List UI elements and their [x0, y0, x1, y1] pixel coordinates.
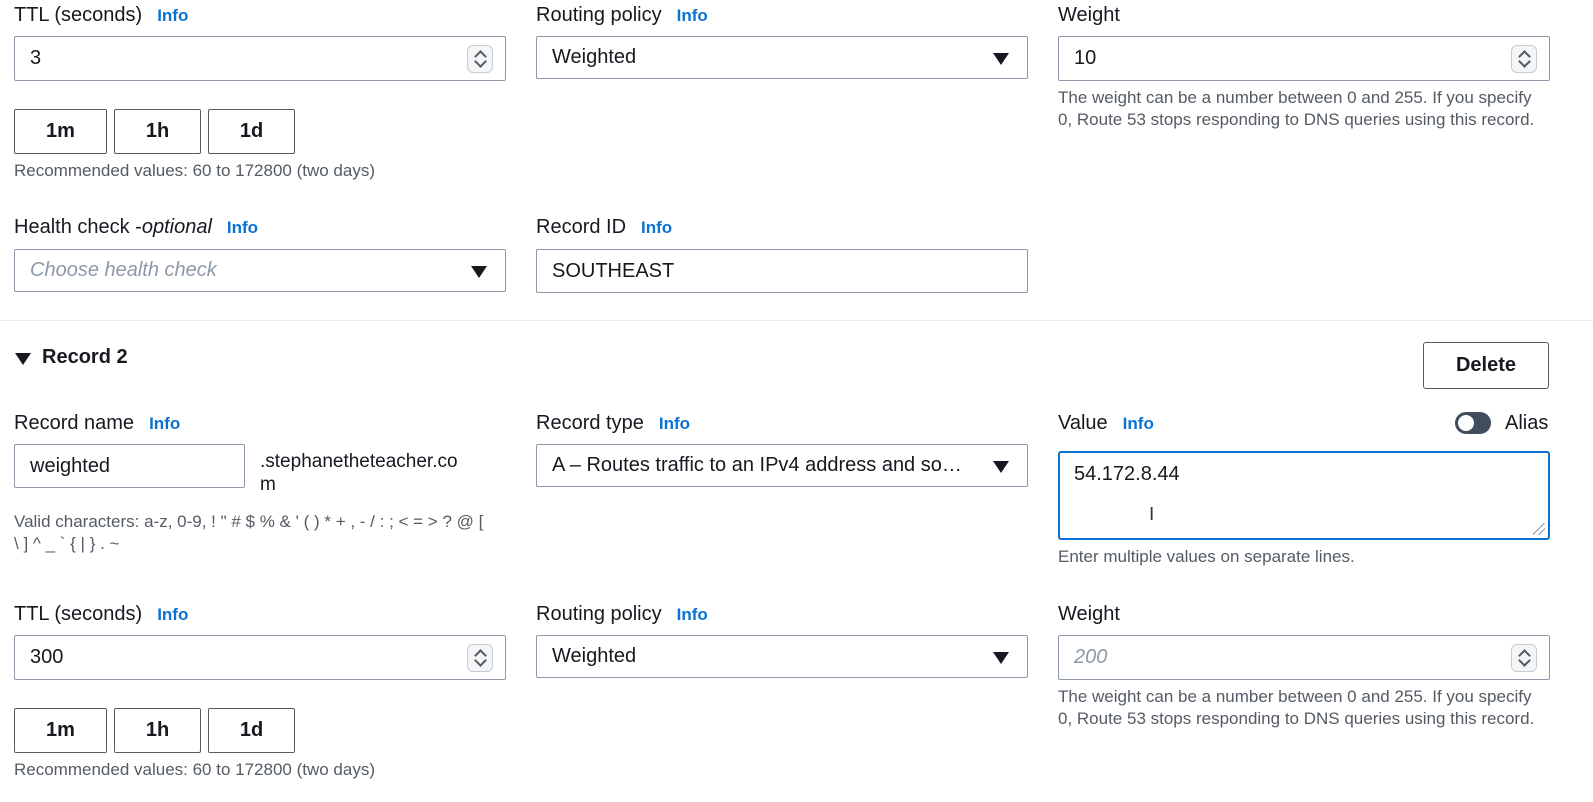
number-spinner-icon[interactable] — [1511, 45, 1537, 73]
caret-down-icon — [993, 652, 1009, 664]
weight-hint-2: The weight can be a number between 0 and… — [1058, 687, 1535, 728]
caret-down-icon[interactable] — [15, 353, 31, 365]
health-check-info-link[interactable]: Info — [227, 218, 258, 238]
ttl-1h-button-1[interactable]: 1h — [114, 109, 201, 154]
weight-label-1: Weight — [1058, 4, 1120, 27]
record-id-input[interactable]: SOUTHEAST — [536, 249, 1028, 293]
routing-policy-info-link-2[interactable]: Info — [677, 605, 708, 625]
section-divider — [0, 320, 1593, 321]
caret-down-icon — [993, 461, 1009, 473]
record-type-value: A – Routes traffic to an IPv4 address an… — [552, 454, 962, 476]
alias-toggle-icon[interactable] — [1455, 412, 1491, 434]
delete-button[interactable]: Delete — [1423, 342, 1549, 389]
ttl-input-1[interactable]: 3 — [14, 36, 506, 81]
routing-policy-value-2: Weighted — [552, 645, 637, 667]
caret-down-icon — [993, 53, 1009, 65]
ttl-value-2: 300 — [30, 646, 64, 668]
health-check-placeholder: Choose health check — [30, 259, 217, 281]
health-check-label: Health check - optional Info — [14, 216, 258, 239]
routing-policy-select-2[interactable]: Weighted — [536, 635, 1028, 678]
routing-policy-label-text-2: Routing policy — [536, 603, 662, 625]
ttl-input-2[interactable]: 300 — [14, 635, 506, 680]
record-type-label-text: Record type — [536, 412, 644, 434]
alias-label: Alias — [1505, 412, 1549, 434]
value-label: Value Info — [1058, 412, 1154, 435]
caret-down-icon — [471, 266, 487, 278]
health-check-label-text: Health check - — [14, 216, 142, 238]
record-name-hint: Valid characters: a-z, 0-9, ! " # $ % & … — [14, 511, 509, 555]
health-check-optional-text: optional — [141, 216, 212, 238]
ttl-label-1: TTL (seconds) Info — [14, 4, 188, 27]
record-name-label: Record name Info — [14, 412, 180, 435]
record-id-info-link[interactable]: Info — [641, 218, 672, 238]
ttl-1h-button-2[interactable]: 1h — [114, 708, 201, 753]
weight-value-1: 10 — [1074, 47, 1097, 69]
routing-policy-label-1: Routing policy Info — [536, 4, 708, 27]
number-spinner-icon[interactable] — [467, 644, 493, 672]
record-name-input[interactable]: weighted — [14, 444, 245, 488]
record-name-hint-line-2: \ ] ^ _ ` { | } . ~ — [14, 534, 120, 553]
weight-label-text-1: Weight — [1058, 4, 1120, 26]
value-label-text: Value — [1058, 412, 1108, 434]
text-cursor-icon: Ⅰ — [1149, 504, 1155, 524]
value-textarea[interactable]: 54.172.8.44 — [1058, 451, 1550, 540]
ttl-1d-button-2[interactable]: 1d — [208, 708, 295, 753]
number-spinner-icon[interactable] — [467, 45, 493, 73]
routing-policy-value-1: Weighted — [552, 46, 637, 68]
weight-hint-1: The weight can be a number between 0 and… — [1058, 88, 1535, 129]
record-name-hint-line-1: Valid characters: a-z, 0-9, ! " # $ % & … — [14, 512, 484, 531]
resize-handle-icon[interactable] — [1533, 523, 1545, 535]
routing-policy-info-link-1[interactable]: Info — [677, 6, 708, 26]
record-id-label-text: Record ID — [536, 216, 627, 238]
ttl-1d-button-1[interactable]: 1d — [208, 109, 295, 154]
record-type-label: Record type Info — [536, 412, 690, 435]
record-name-value: weighted — [30, 454, 111, 477]
routing-policy-select-1[interactable]: Weighted — [536, 36, 1028, 79]
value-hint: Enter multiple values on separate lines. — [1058, 547, 1355, 566]
ttl-label-2: TTL (seconds) Info — [14, 603, 188, 626]
weight-input-2[interactable]: 200 — [1058, 635, 1550, 680]
domain-suffix: .stephanetheteacher.co m — [260, 450, 458, 496]
ttl-hint-1: Recommended values: 60 to 172800 (two da… — [14, 161, 375, 180]
ttl-1m-button-2[interactable]: 1m — [14, 708, 107, 753]
ttl-label-text-1: TTL (seconds) — [14, 4, 143, 26]
domain-suffix-line-1: .stephanetheteacher.co — [260, 451, 458, 472]
value-text: 54.172.8.44 — [1074, 463, 1180, 485]
routing-policy-label-2: Routing policy Info — [536, 603, 708, 626]
weight-label-2: Weight — [1058, 603, 1120, 626]
ttl-info-link-1[interactable]: Info — [157, 6, 188, 26]
weight-label-text-2: Weight — [1058, 603, 1120, 625]
number-spinner-icon[interactable] — [1511, 644, 1537, 672]
record-id-label: Record ID Info — [536, 216, 672, 239]
record-name-info-link[interactable]: Info — [149, 414, 180, 434]
ttl-value-1: 3 — [30, 47, 42, 69]
health-check-select[interactable]: Choose health check — [14, 249, 506, 292]
domain-suffix-line-2: m — [260, 474, 276, 495]
ttl-info-link-2[interactable]: Info — [157, 605, 188, 625]
record-2-title[interactable]: Record 2 — [42, 346, 128, 369]
weight-placeholder-2: 200 — [1074, 646, 1108, 668]
ttl-label-text-2: TTL (seconds) — [14, 603, 143, 625]
weight-input-1[interactable]: 10 — [1058, 36, 1550, 81]
routing-policy-label-text-1: Routing policy — [536, 4, 662, 26]
record-id-value: SOUTHEAST — [552, 259, 675, 282]
record-type-info-link[interactable]: Info — [659, 414, 690, 434]
value-info-link[interactable]: Info — [1123, 414, 1154, 434]
ttl-hint-2: Recommended values: 60 to 172800 (two da… — [14, 760, 375, 779]
ttl-1m-button-1[interactable]: 1m — [14, 109, 107, 154]
record-name-label-text: Record name — [14, 412, 135, 434]
record-type-select[interactable]: A – Routes traffic to an IPv4 address an… — [536, 444, 1028, 487]
